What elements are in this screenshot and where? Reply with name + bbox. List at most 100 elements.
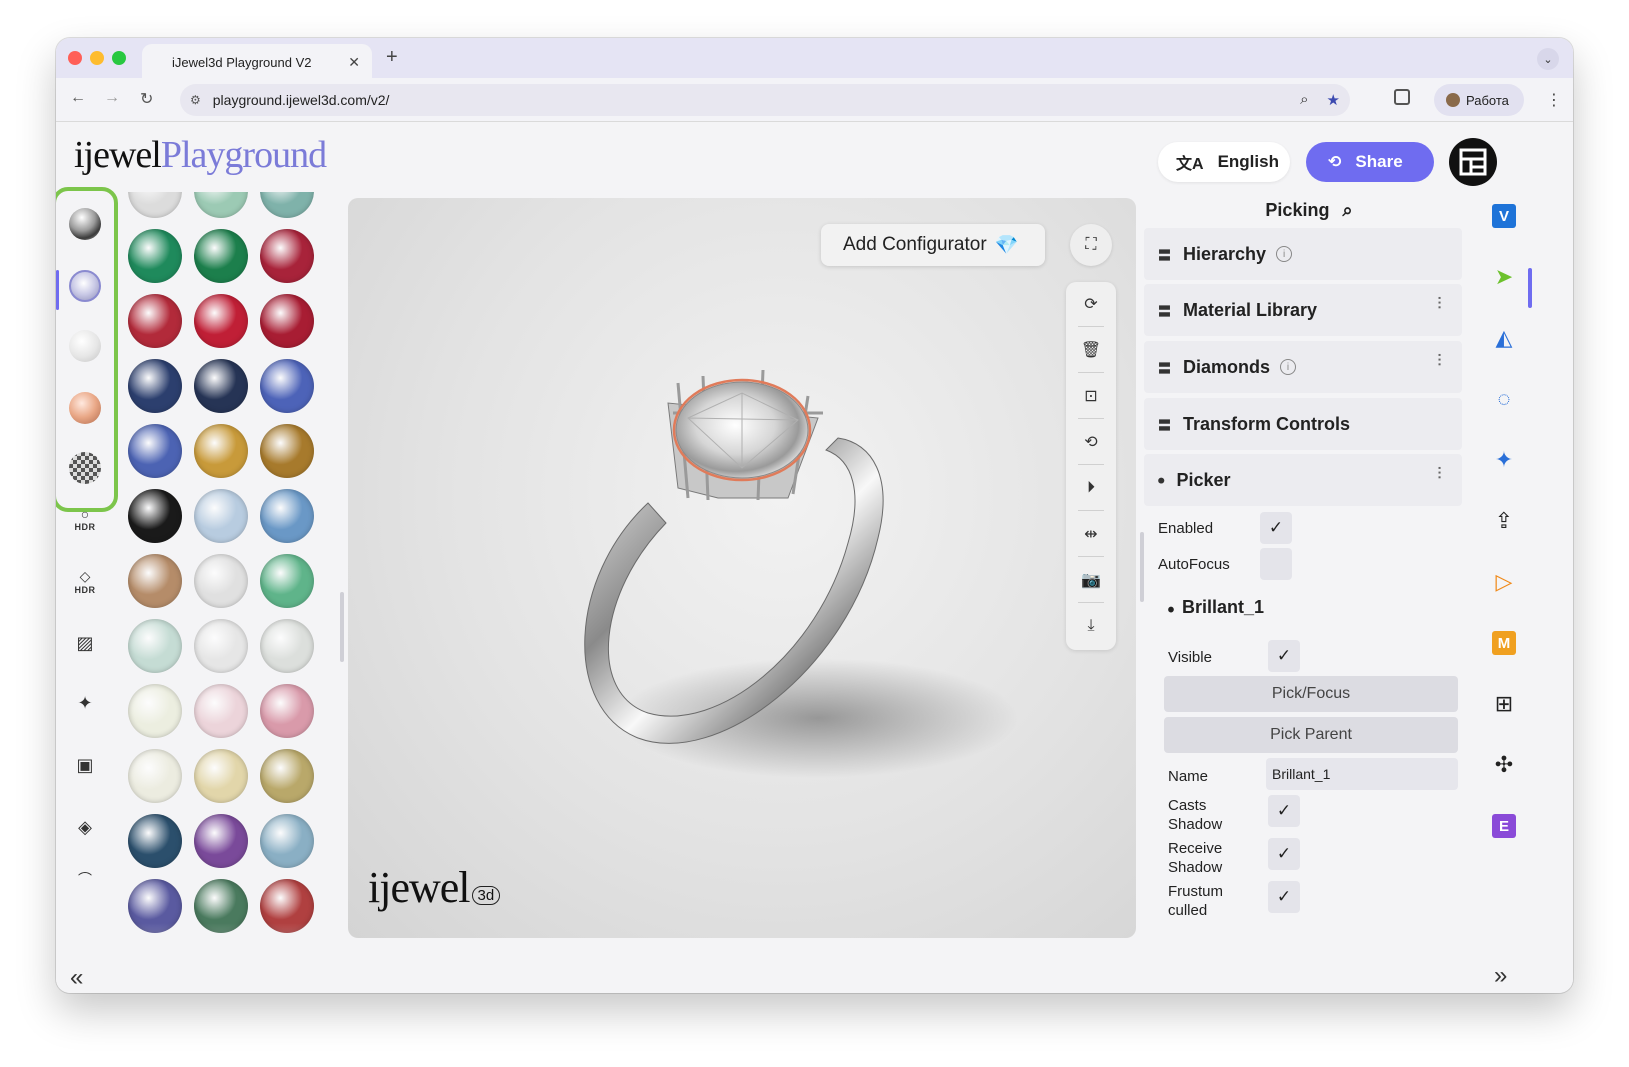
collapse-right-icon[interactable]: »	[1494, 962, 1507, 990]
enabled-checkbox[interactable]: ✓	[1260, 512, 1292, 544]
drag-grip-icon[interactable]: 〓	[1158, 358, 1171, 377]
search-icon[interactable]: ⌕	[1342, 200, 1352, 220]
pick-focus-button[interactable]: Pick/Focus	[1164, 676, 1458, 712]
camera-icon[interactable]: 📷	[1066, 558, 1116, 602]
browser-tab[interactable]: iJewel3d Playground V2 ✕	[142, 44, 372, 80]
tab-close-icon[interactable]: ✕	[348, 54, 360, 71]
forward-icon[interactable]: →	[104, 89, 120, 107]
frustum-culled-checkbox[interactable]: ✓	[1268, 881, 1300, 913]
expanded-grip-icon[interactable]: ⦁	[1158, 472, 1165, 488]
gem-swatch[interactable]	[260, 192, 314, 218]
v-plugin-icon[interactable]: V	[1490, 202, 1518, 230]
section-hierarchy[interactable]: 〓 Hierarchy i	[1144, 228, 1462, 280]
drag-grip-icon[interactable]: 〓	[1158, 415, 1171, 434]
gem-swatch[interactable]	[128, 424, 182, 478]
fullscreen-icon[interactable]: ⛶	[1070, 224, 1112, 266]
gem-swatch[interactable]	[260, 814, 314, 868]
name-input[interactable]	[1266, 758, 1458, 790]
delete-icon[interactable]: 🗑	[1066, 328, 1116, 372]
casts-shadow-checkbox[interactable]: ✓	[1268, 795, 1300, 827]
gem-swatch[interactable]	[128, 192, 182, 218]
gem-swatch[interactable]	[194, 192, 248, 218]
gem-swatch[interactable]	[260, 619, 314, 673]
loader-ring-icon[interactable]: ◌	[1490, 385, 1518, 413]
gem-swatch[interactable]	[194, 619, 248, 673]
profile-button[interactable]: Работа	[1434, 84, 1524, 116]
section-transform-controls[interactable]: 〓 Transform Controls	[1144, 398, 1462, 450]
close-window-icon[interactable]	[68, 51, 82, 65]
info-icon[interactable]: i	[1276, 246, 1293, 262]
more-options-icon[interactable]: ···	[1432, 296, 1448, 310]
focus-icon[interactable]: ⊡	[1066, 374, 1116, 418]
tab-search-chevron-icon[interactable]: ⌄	[1537, 48, 1559, 70]
reload-icon[interactable]: ↻	[140, 89, 153, 109]
gem-swatch[interactable]	[128, 684, 182, 738]
extensions-icon[interactable]	[1394, 89, 1410, 105]
collapse-left-icon[interactable]: «	[70, 964, 83, 992]
gem-swatch[interactable]	[194, 424, 248, 478]
drag-grip-icon[interactable]: 〓	[1158, 245, 1171, 264]
gem-swatch[interactable]	[128, 619, 182, 673]
add-configurator-button[interactable]: Add Configurator 💎	[821, 224, 1045, 266]
e-plugin-icon[interactable]: E	[1490, 812, 1518, 840]
pearl-material-button[interactable]	[69, 330, 101, 362]
gem-swatch[interactable]	[260, 684, 314, 738]
receive-shadow-checkbox[interactable]: ✓	[1268, 838, 1300, 870]
gem-swatch[interactable]	[260, 359, 314, 413]
play-icon[interactable]: ⏵	[1066, 466, 1116, 510]
more-options-icon[interactable]: ···	[1432, 353, 1448, 367]
gem-swatch[interactable]	[128, 489, 182, 543]
object-title-row[interactable]: ⦁ Brillant_1	[1168, 598, 1264, 619]
rose-gold-material-button[interactable]	[69, 392, 101, 424]
cursor-pick-icon[interactable]: ➤	[1490, 263, 1518, 291]
export-icon[interactable]: ⇪	[1490, 507, 1518, 535]
pattern-material-button[interactable]	[69, 452, 101, 484]
play-triangle-icon[interactable]: ▷	[1490, 568, 1518, 596]
gem-swatch[interactable]	[194, 294, 248, 348]
gem-swatch[interactable]	[260, 229, 314, 283]
language-button[interactable]: 文A English	[1158, 142, 1290, 182]
maximize-window-icon[interactable]	[112, 51, 126, 65]
3d-viewport[interactable]: Add Configurator 💎 ⛶ ⟳ 🗑 ⊡ ⟲ ⏵ ⇹ 📷 ⤓ ije…	[348, 198, 1136, 938]
gem-swatch[interactable]	[128, 294, 182, 348]
gem-swatch[interactable]	[128, 749, 182, 803]
site-info-icon[interactable]: ⚙	[190, 93, 201, 107]
gem-swatch[interactable]	[194, 554, 248, 608]
gem-swatch[interactable]	[128, 359, 182, 413]
sparkle-star-icon[interactable]: ✦	[1490, 446, 1518, 474]
more-options-icon[interactable]: ···	[1432, 466, 1448, 480]
user-avatar[interactable]	[1449, 138, 1497, 186]
gem-swatch[interactable]	[260, 749, 314, 803]
address-bar[interactable]: ⚙ playground.ijewel3d.com/v2/ ⌕ ★	[180, 84, 1350, 116]
pick-parent-button[interactable]: Pick Parent	[1164, 717, 1458, 753]
section-diamonds[interactable]: 〓 Diamonds i ···	[1144, 341, 1462, 393]
autofocus-checkbox[interactable]	[1260, 548, 1292, 580]
hdr-environment-button[interactable]: ○ HDR	[68, 502, 102, 536]
hatch-pattern-button[interactable]: ▨	[68, 626, 102, 660]
gem-swatch[interactable]	[128, 814, 182, 868]
gem-swatch[interactable]	[194, 814, 248, 868]
rotate-reset-icon[interactable]: ⟲	[1066, 420, 1116, 464]
shapes-icon[interactable]: ◭	[1490, 324, 1518, 352]
share-button[interactable]: ⟲ Share	[1306, 142, 1434, 182]
gem-swatch[interactable]	[260, 554, 314, 608]
visible-checkbox[interactable]: ✓	[1268, 640, 1300, 672]
new-tab-icon[interactable]: +	[386, 46, 398, 69]
zoom-icon[interactable]: ⌕	[1300, 91, 1308, 109]
info-icon[interactable]: i	[1280, 359, 1297, 375]
gem-swatch[interactable]	[260, 424, 314, 478]
gem-swatch[interactable]	[128, 229, 182, 283]
gem-swatch[interactable]	[194, 229, 248, 283]
rotate-icon[interactable]: ⟳	[1066, 282, 1116, 326]
drag-grip-icon[interactable]: 〓	[1158, 301, 1171, 320]
section-material-library[interactable]: 〓 Material Library ···	[1144, 284, 1462, 336]
gem-swatch[interactable]	[128, 554, 182, 608]
browser-menu-icon[interactable]: ⋮	[1546, 90, 1562, 110]
app-logo[interactable]: ijewelPlayground	[74, 136, 327, 174]
section-picker[interactable]: ⦁ Picker ···	[1144, 454, 1462, 506]
gem-swatch[interactable]	[260, 489, 314, 543]
ground-plane-button[interactable]: ◈	[68, 810, 102, 844]
gem-swatch[interactable]	[194, 749, 248, 803]
move-center-icon[interactable]: ⇹	[1066, 512, 1116, 556]
gem-swatch[interactable]	[260, 294, 314, 348]
